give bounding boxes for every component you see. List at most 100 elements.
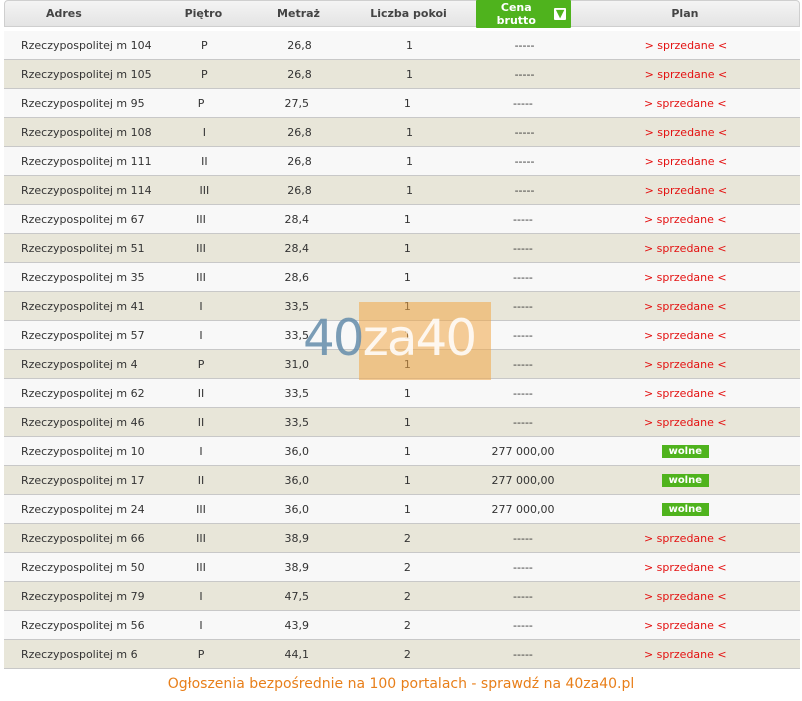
sold-link[interactable]: > sprzedane < [644, 300, 727, 313]
cell-liczba-pokoi: 1 [403, 212, 411, 226]
cell-adres: Rzeczypospolitej m 79 [21, 589, 145, 603]
header-metraz[interactable]: Metraż [256, 7, 341, 20]
cell-cena: 277 000,00 [491, 473, 555, 487]
table-row[interactable]: Rzeczypospolitej m 95 P 27,5 1 ----- > sprzed… [4, 89, 800, 118]
cell-cena: ----- [513, 589, 533, 603]
sold-link[interactable]: > sprzedane < [644, 648, 727, 661]
cell-adres: Rzeczypospolitej m 114 [21, 183, 152, 197]
cell-pietro: I [199, 299, 203, 313]
cell-plan: > sprzedane < [571, 242, 800, 255]
cell-pietro: I [199, 444, 203, 458]
sold-link[interactable]: > sprzedane < [644, 242, 727, 255]
table-row[interactable]: Rzeczypospolitej m 4 P 31,0 1 ----- > sprzeda… [4, 350, 800, 379]
table-row[interactable]: Rzeczypospolitej m 56 I 43,9 2 ----- > sprzed… [4, 611, 800, 640]
cell-liczba-pokoi: 1 [403, 270, 411, 284]
cell-metraz: 26,8 [287, 154, 312, 168]
cell-liczba-pokoi: 1 [403, 473, 411, 487]
sold-link[interactable]: > sprzedane < [645, 126, 728, 139]
table-row[interactable]: Rzeczypospolitej m 105 P 26,8 1 ----- > sprze… [4, 60, 800, 89]
cell-cena: 277 000,00 [491, 444, 555, 458]
header-cena-brutto[interactable]: Cena brutto ▼ [476, 0, 571, 28]
sold-link[interactable]: > sprzedane < [644, 329, 727, 342]
table-row[interactable]: Rzeczypospolitej m 67 III 28,4 1 ----- > sprz… [4, 205, 800, 234]
cell-adres: Rzeczypospolitej m 10 [21, 444, 145, 458]
table-row[interactable]: Rzeczypospolitej m 6 P 44,1 2 ----- > sprzeda… [4, 640, 800, 669]
table-row[interactable]: Rzeczypospolitej m 108 I 26,8 1 ----- > sprze… [4, 118, 800, 147]
table-row[interactable]: Rzeczypospolitej m 62 II 33,5 1 ----- > sprze… [4, 379, 800, 408]
cell-adres: Rzeczypospolitej m 46 [21, 415, 145, 429]
cell-pietro: III [196, 502, 206, 516]
cell-adres: Rzeczypospolitej m 51 [21, 241, 145, 255]
table-row[interactable]: Rzeczypospolitej m 66 III 38,9 2 ----- > sprz… [4, 524, 800, 553]
cell-pietro: I [199, 618, 203, 632]
sold-link[interactable]: > sprzedane < [644, 416, 727, 429]
cell-metraz: 26,8 [287, 125, 312, 139]
cell-metraz: 43,9 [284, 618, 309, 632]
cell-adres: Rzeczypospolitej m 95 [21, 96, 145, 110]
sort-by-price-button[interactable]: Cena brutto ▼ [476, 0, 571, 28]
table-row[interactable]: Rzeczypospolitej m 10 I 36,0 1 277 000,00 wol… [4, 437, 800, 466]
available-badge[interactable]: wolne [661, 503, 710, 516]
table-row[interactable]: Rzeczypospolitej m 50 III 38,9 2 ----- > sprz… [4, 553, 800, 582]
cell-liczba-pokoi: 1 [403, 415, 411, 429]
sold-link[interactable]: > sprzedane < [644, 561, 727, 574]
sold-link[interactable]: > sprzedane < [644, 590, 727, 603]
sold-link[interactable]: > sprzedane < [644, 97, 727, 110]
available-badge[interactable]: wolne [661, 474, 710, 487]
cell-liczba-pokoi: 2 [403, 589, 411, 603]
header-adres[interactable]: Adres [5, 7, 151, 20]
cell-pietro: II [197, 415, 205, 429]
table-row[interactable]: Rzeczypospolitej m 41 I 33,5 1 ----- > sprzed… [4, 292, 800, 321]
cell-pietro: III [196, 212, 206, 226]
cell-cena: ----- [513, 96, 533, 110]
cell-liczba-pokoi: 1 [406, 67, 414, 81]
footer-banner[interactable]: Ogłoszenia bezpośrednie na 100 portalach… [0, 676, 802, 692]
table-row[interactable]: Rzeczypospolitej m 79 I 47,5 2 ----- > sprzed… [4, 582, 800, 611]
cell-pietro: III [196, 270, 206, 284]
sold-link[interactable]: > sprzedane < [644, 532, 727, 545]
sold-link[interactable]: > sprzedane < [645, 155, 728, 168]
sold-link[interactable]: > sprzedane < [645, 68, 728, 81]
cell-adres: Rzeczypospolitej m 104 [21, 38, 152, 52]
cell-liczba-pokoi: 1 [403, 386, 411, 400]
cell-metraz: 33,5 [284, 415, 309, 429]
cell-pietro: P [197, 647, 205, 661]
cell-metraz: 28,4 [284, 241, 309, 255]
cell-pietro: III [196, 560, 206, 574]
cell-adres: Rzeczypospolitej m 67 [21, 212, 145, 226]
sold-link[interactable]: > sprzedane < [644, 271, 727, 284]
cell-plan: wolne [571, 502, 800, 516]
table-row[interactable]: Rzeczypospolitej m 17 II 36,0 1 277 000,00 wo… [4, 466, 800, 495]
sold-link[interactable]: > sprzedane < [644, 358, 727, 371]
sold-link[interactable]: > sprzedane < [645, 184, 728, 197]
cell-plan: > sprzedane < [571, 416, 800, 429]
table-row[interactable]: Rzeczypospolitej m 24 III 36,0 1 277 000,00 w… [4, 495, 800, 524]
header-liczba-pokoi[interactable]: Liczba pokoi [341, 7, 476, 20]
cell-pietro: P [201, 38, 208, 52]
cell-plan: > sprzedane < [571, 271, 800, 284]
table-row[interactable]: Rzeczypospolitej m 111 II 26,8 1 ----- > sprz… [4, 147, 800, 176]
cell-liczba-pokoi: 1 [403, 241, 411, 255]
header-pietro[interactable]: Piętro [151, 7, 257, 20]
cell-plan: > sprzedane < [571, 329, 800, 342]
table-row[interactable]: Rzeczypospolitej m 114 III 26,8 1 ----- > spr… [4, 176, 800, 205]
cell-metraz: 28,4 [284, 212, 309, 226]
cell-metraz: 33,5 [284, 299, 309, 313]
sold-link[interactable]: > sprzedane < [644, 213, 727, 226]
table-row[interactable]: Rzeczypospolitej m 35 III 28,6 1 ----- > sprz… [4, 263, 800, 292]
cell-metraz: 27,5 [284, 96, 309, 110]
cell-liczba-pokoi: 1 [403, 96, 411, 110]
table-row[interactable]: Rzeczypospolitej m 51 III 28,4 1 ----- > sprz… [4, 234, 800, 263]
sold-link[interactable]: > sprzedane < [645, 39, 728, 52]
table-row[interactable]: Rzeczypospolitej m 57 I 33,5 1 ----- > sprzed… [4, 321, 800, 350]
cell-plan: > sprzedane < [571, 213, 800, 226]
cell-metraz: 31,0 [284, 357, 309, 371]
available-badge[interactable]: wolne [661, 445, 710, 458]
table-body: Rzeczypospolitej m 104 P 26,8 1 ----- > sprze… [4, 31, 800, 669]
cell-pietro: II [201, 154, 208, 168]
table-row[interactable]: Rzeczypospolitej m 104 P 26,8 1 ----- > sprze… [4, 31, 800, 60]
table-row[interactable]: Rzeczypospolitej m 46 II 33,5 1 ----- > sprze… [4, 408, 800, 437]
cell-pietro: II [197, 386, 205, 400]
sold-link[interactable]: > sprzedane < [644, 619, 727, 632]
sold-link[interactable]: > sprzedane < [644, 387, 727, 400]
